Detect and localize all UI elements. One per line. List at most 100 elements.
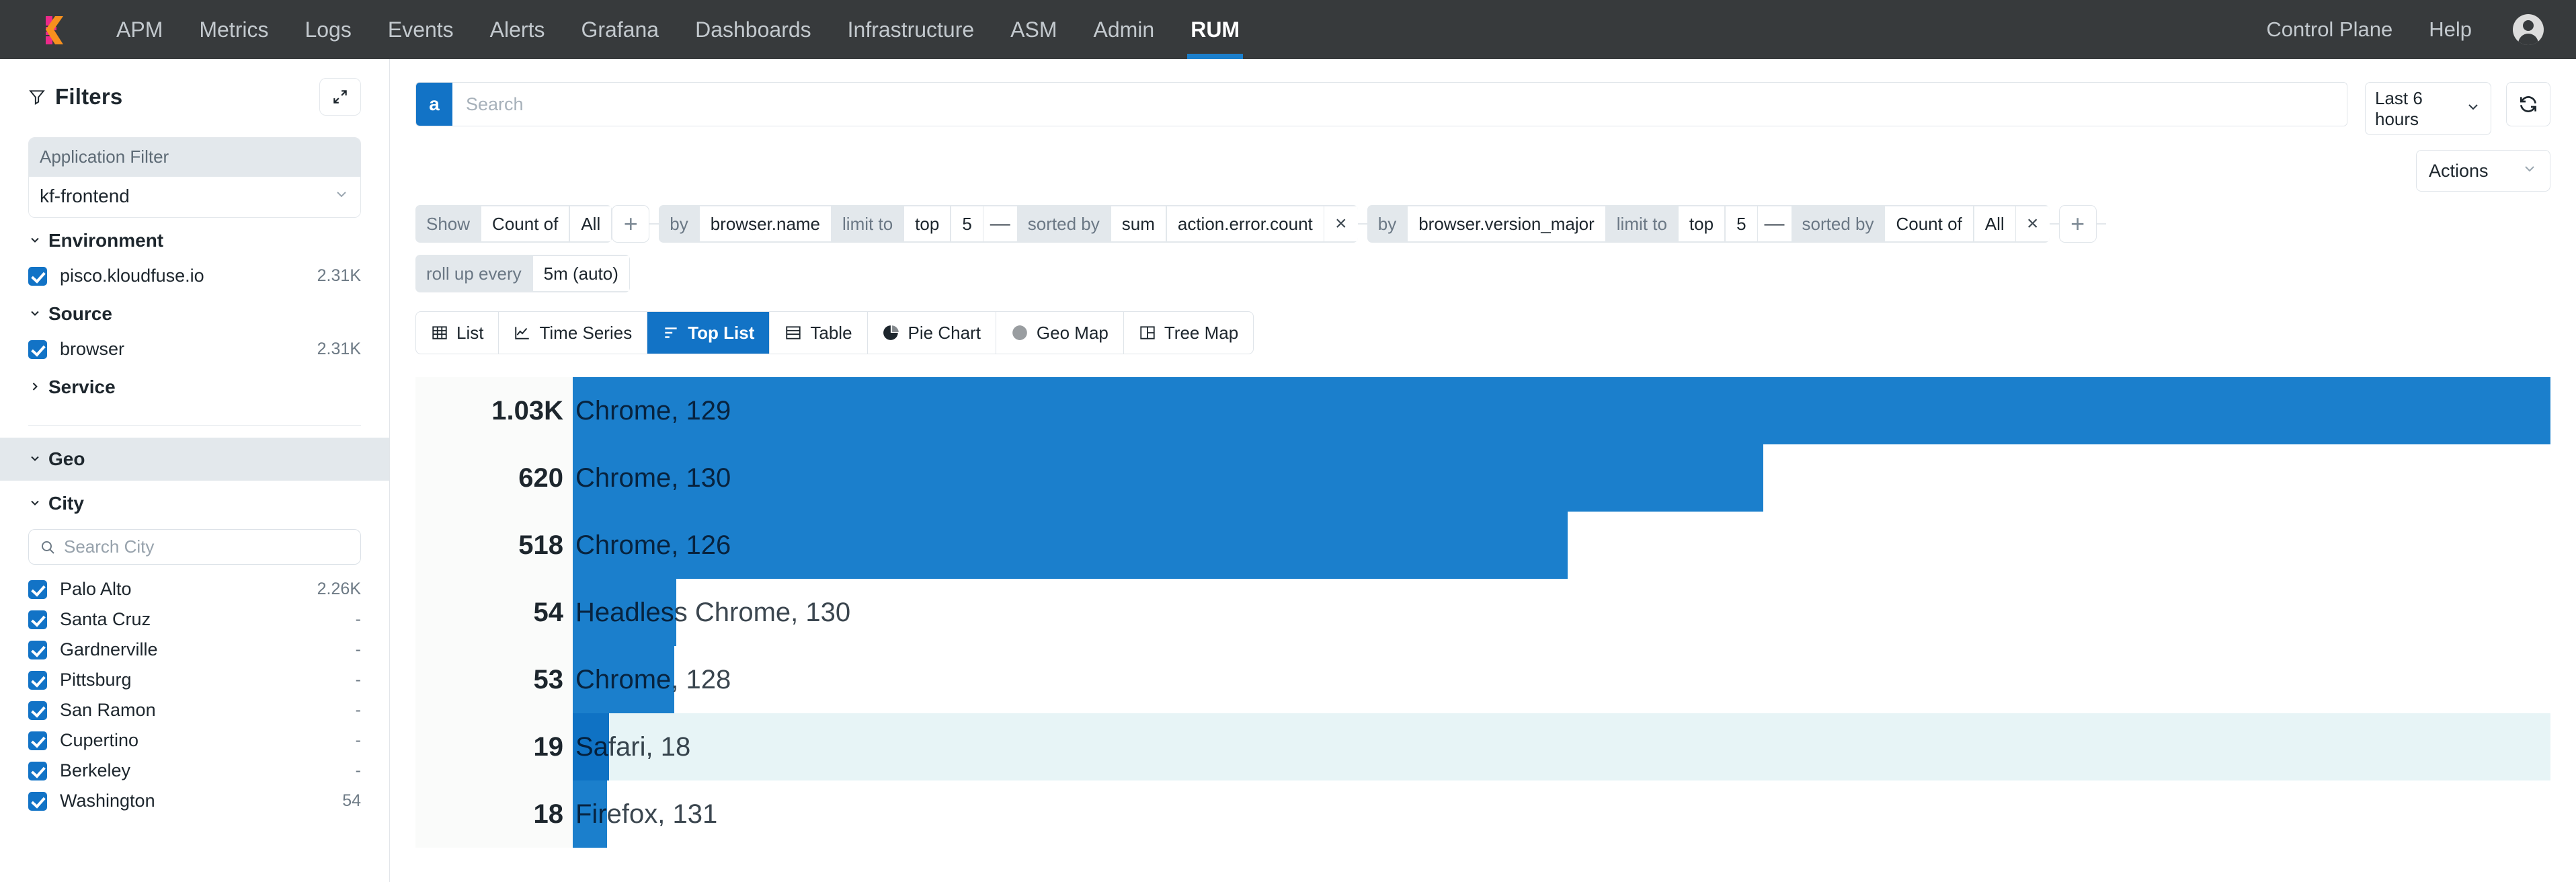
checkbox-checked-icon[interactable] xyxy=(28,701,47,720)
nav-link-alerts[interactable]: Alerts xyxy=(472,0,563,59)
nav-link-metrics[interactable]: Metrics xyxy=(181,0,286,59)
close-icon[interactable]: × xyxy=(2016,206,2050,241)
filter-item[interactable]: pisco.kloudfuse.io2.31K xyxy=(28,261,361,291)
section-header-geo[interactable]: Geo xyxy=(0,438,389,481)
tab-top-list[interactable]: Top List xyxy=(647,312,770,354)
nav-link-logs[interactable]: Logs xyxy=(286,0,369,59)
filter-item[interactable]: browser2.31K xyxy=(28,334,361,364)
tab-time-series[interactable]: Time Series xyxy=(499,312,647,354)
sort-aggregation-select[interactable]: sum xyxy=(1111,206,1166,241)
refresh-button[interactable] xyxy=(2506,82,2550,126)
measure-select[interactable]: All xyxy=(569,206,612,241)
nav-link-dashboards[interactable]: Dashboards xyxy=(677,0,830,59)
checkbox-checked-icon[interactable] xyxy=(28,671,47,690)
limit-count-input[interactable]: 5 xyxy=(1725,206,1757,241)
refresh-icon xyxy=(2518,93,2539,115)
tab-geo-map[interactable]: Geo Map xyxy=(996,312,1124,354)
nav-link-asm[interactable]: ASM xyxy=(992,0,1075,59)
nav-link-events[interactable]: Events xyxy=(370,0,472,59)
section-header-city[interactable]: City xyxy=(28,481,361,524)
tab-label: Pie Chart xyxy=(908,323,981,344)
nav-link-rum[interactable]: RUM xyxy=(1172,0,1258,59)
minus-icon[interactable]: — xyxy=(1758,206,1792,241)
section-header-service[interactable]: Service xyxy=(28,364,361,407)
checkbox-checked-icon[interactable] xyxy=(28,267,47,286)
nav-link-admin[interactable]: Admin xyxy=(1076,0,1173,59)
checkbox-checked-icon[interactable] xyxy=(28,792,47,811)
checkbox-checked-icon[interactable] xyxy=(28,340,47,359)
plus-icon[interactable]: + xyxy=(612,205,649,243)
sort-field-select[interactable]: All xyxy=(1974,206,2016,241)
checkbox-checked-icon[interactable] xyxy=(28,641,47,659)
time-range-picker[interactable]: Last 6 hours xyxy=(2365,82,2491,135)
nav-link-control-plane[interactable]: Control Plane xyxy=(2248,17,2411,42)
table-row[interactable]: 518Chrome, 126 xyxy=(415,512,2550,579)
search-icon xyxy=(40,539,56,555)
tab-label: Table xyxy=(810,323,852,344)
actions-label: Actions xyxy=(2429,161,2489,182)
actions-dropdown[interactable]: Actions xyxy=(2416,150,2550,192)
city-filter-item[interactable]: Berkeley- xyxy=(28,756,361,786)
limit-direction-select[interactable]: top xyxy=(1678,206,1725,241)
close-icon[interactable]: × xyxy=(1324,206,1358,241)
plus-icon[interactable]: + xyxy=(2059,205,2097,243)
top-list-label: Chrome, 130 xyxy=(575,444,731,512)
aggregation-select[interactable]: Count of xyxy=(481,206,569,241)
city-filter-item[interactable]: Gardnerville- xyxy=(28,635,361,665)
nav-link-apm[interactable]: APM xyxy=(98,0,181,59)
nav-link-infrastructure[interactable]: Infrastructure xyxy=(830,0,993,59)
tab-label: Geo Map xyxy=(1037,323,1109,344)
top-list-bar-track: Safari, 18 xyxy=(573,713,2550,780)
nav-link-grafana[interactable]: Grafana xyxy=(563,0,677,59)
collapse-panel-icon[interactable] xyxy=(319,78,361,116)
city-filter-list: Palo Alto2.26KSanta Cruz-Gardnerville-Pi… xyxy=(28,574,361,816)
top-list-label: Chrome, 129 xyxy=(575,377,731,444)
tab-table[interactable]: Table xyxy=(770,312,867,354)
city-filter-item[interactable]: San Ramon- xyxy=(28,695,361,725)
visualization-tabs: List Time SeriesTop List Table Pie Chart Geo… xyxy=(415,311,1254,354)
application-filter-select[interactable]: kf-frontend xyxy=(29,177,360,217)
sort-aggregation-select[interactable]: Count of xyxy=(1884,206,1973,241)
search-city-input-wrap[interactable] xyxy=(28,529,361,565)
tab-pie-chart[interactable]: Pie Chart xyxy=(868,312,996,354)
rollup-value[interactable]: 5m (auto) xyxy=(532,256,630,291)
top-list-value: 518 xyxy=(415,512,573,579)
top-list-value: 1.03K xyxy=(415,377,573,444)
city-filter-item[interactable]: Cupertino- xyxy=(28,725,361,756)
section-header-source[interactable]: Source xyxy=(28,291,361,334)
checkbox-checked-icon[interactable] xyxy=(28,731,47,750)
table-row[interactable]: 53Chrome, 128 xyxy=(415,646,2550,713)
city-filter-item[interactable]: Washington54 xyxy=(28,786,361,816)
table-icon xyxy=(784,324,802,342)
table-row[interactable]: 620Chrome, 130 xyxy=(415,444,2550,512)
avatar[interactable] xyxy=(2490,14,2544,45)
group-by-field-select[interactable]: browser.name xyxy=(699,206,832,241)
secondary-nav-links: Control Plane Help xyxy=(2248,14,2544,45)
section-header-environment[interactable]: Environment xyxy=(28,218,361,261)
limit-direction-select[interactable]: top xyxy=(903,206,951,241)
main-content: a Last 6 hours xyxy=(390,59,2576,882)
search-city-input[interactable] xyxy=(64,536,350,557)
group-by-field-select[interactable]: browser.version_major xyxy=(1407,206,1606,241)
table-row[interactable]: 19Safari, 18 xyxy=(415,713,2550,780)
tab-tree-map[interactable]: Tree Map xyxy=(1124,312,1253,354)
table-row[interactable]: 54Headless Chrome, 130 xyxy=(415,579,2550,646)
limit-count-input[interactable]: 5 xyxy=(951,206,983,241)
minus-icon[interactable]: — xyxy=(983,206,1017,241)
table-row[interactable]: 1.03KChrome, 129 xyxy=(415,377,2550,444)
query-letter-badge[interactable]: a xyxy=(416,83,452,126)
tab-list[interactable]: List xyxy=(416,312,499,354)
table-row[interactable]: 18Firefox, 131 xyxy=(415,780,2550,848)
kloudfuse-logo-icon[interactable] xyxy=(39,12,74,47)
tab-label: List xyxy=(456,323,483,344)
city-filter-item[interactable]: Palo Alto2.26K xyxy=(28,574,361,604)
search-input[interactable] xyxy=(452,83,2347,126)
checkbox-checked-icon[interactable] xyxy=(28,762,47,780)
checkbox-checked-icon[interactable] xyxy=(28,580,47,599)
checkbox-checked-icon[interactable] xyxy=(28,610,47,629)
city-filter-item[interactable]: Pittsburg- xyxy=(28,665,361,695)
city-filter-item[interactable]: Santa Cruz- xyxy=(28,604,361,635)
city-label: Cupertino xyxy=(60,730,138,751)
nav-link-help[interactable]: Help xyxy=(2411,17,2490,42)
sort-field-select[interactable]: action.error.count xyxy=(1166,206,1324,241)
